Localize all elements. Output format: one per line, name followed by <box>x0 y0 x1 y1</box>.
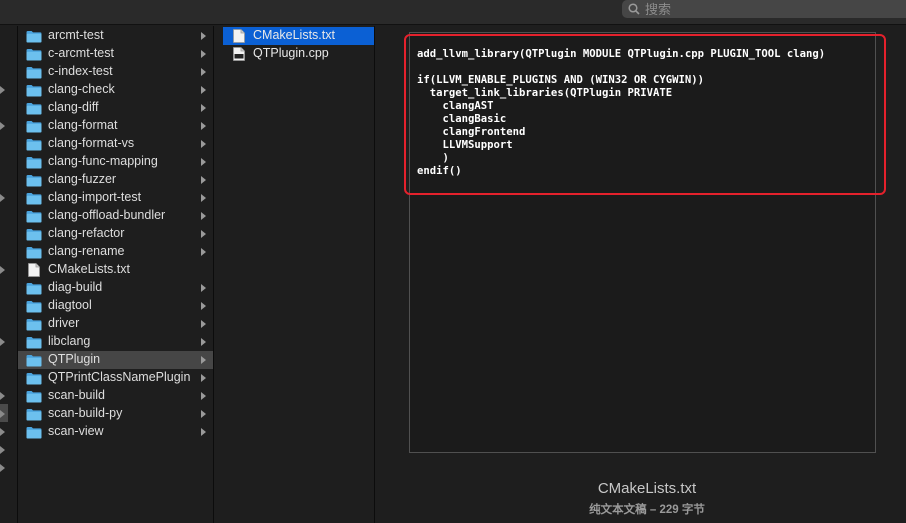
item-label: QTPlugin.cpp <box>253 46 329 60</box>
item-label: QTPrintClassNamePlugin <box>48 370 191 384</box>
folder-item[interactable]: arcmt-test <box>18 27 213 45</box>
chevron-right-icon <box>201 68 206 76</box>
folder-item[interactable]: clang-offload-bundler <box>18 207 213 225</box>
chevron-right-icon <box>201 248 206 256</box>
folder-item[interactable]: QTPrintClassNamePlugin <box>18 369 213 387</box>
item-label: c-index-test <box>48 64 113 78</box>
search-icon <box>628 3 640 15</box>
item-label: CMakeLists.txt <box>253 28 335 42</box>
folder-item[interactable]: clang-rename <box>18 243 213 261</box>
folder-item[interactable]: clang-import-test <box>18 189 213 207</box>
chevron-right-icon <box>0 338 5 346</box>
folder-item[interactable]: c-index-test <box>18 63 213 81</box>
item-label: scan-build-py <box>48 406 123 420</box>
chevron-right-icon <box>201 410 206 418</box>
chevron-right-icon <box>201 50 206 58</box>
item-label: clang-rename <box>48 244 125 258</box>
toolbar <box>0 0 906 25</box>
highlight-box <box>404 34 886 195</box>
chevron-right-icon <box>201 176 206 184</box>
item-label: diagtool <box>48 298 92 312</box>
folder-item[interactable]: clang-check <box>18 81 213 99</box>
item-label: clang-diff <box>48 100 99 114</box>
chevron-right-icon <box>0 428 5 436</box>
chevron-right-icon <box>0 266 5 274</box>
file-item[interactable]: QTPlugin.cpp <box>223 45 374 63</box>
chevron-right-icon <box>201 104 206 112</box>
preview-pane: add_llvm_library(QTPlugin MODULE QTPlugi… <box>388 26 906 523</box>
item-label: CMakeLists.txt <box>48 262 130 276</box>
chevron-right-icon <box>201 284 206 292</box>
item-label: clang-import-test <box>48 190 142 204</box>
chevron-right-icon <box>201 32 206 40</box>
preview-file-info: 纯文本文稿 – 229 字节 <box>589 504 705 516</box>
file-item[interactable]: CMakeLists.txt <box>18 261 213 279</box>
folder-item[interactable]: diagtool <box>18 297 213 315</box>
item-label: arcmt-test <box>48 28 104 42</box>
item-label: scan-view <box>48 424 104 438</box>
chevron-right-icon <box>201 158 206 166</box>
chevron-right-icon <box>201 86 206 94</box>
chevron-right-icon <box>0 446 5 454</box>
item-label: QTPlugin <box>48 352 101 366</box>
chevron-right-icon <box>0 86 5 94</box>
chevron-right-icon <box>201 212 206 220</box>
item-label: scan-build <box>48 388 105 402</box>
chevron-right-icon <box>201 320 206 328</box>
folder-icon <box>26 426 42 444</box>
folder-item[interactable]: driver <box>18 315 213 333</box>
item-label: clang-format <box>48 118 118 132</box>
folder-item[interactable]: c-arcmt-test <box>18 45 213 63</box>
chevron-right-icon <box>0 464 5 472</box>
item-label: libclang <box>48 334 91 348</box>
chevron-right-icon <box>201 392 206 400</box>
folder-column[interactable]: arcmt-test c-arcmt-test c-index-test clang-… <box>18 26 214 523</box>
folder-item[interactable]: libclang <box>18 333 213 351</box>
folder-item[interactable]: QTPlugin <box>18 351 213 369</box>
chevron-right-icon <box>201 356 206 364</box>
item-label: clang-refactor <box>48 226 125 240</box>
folder-item[interactable]: clang-format-vs <box>18 135 213 153</box>
chevron-right-icon <box>201 428 206 436</box>
folder-item[interactable]: scan-view <box>18 423 213 441</box>
folder-item[interactable]: diag-build <box>18 279 213 297</box>
chevron-right-icon <box>201 230 206 238</box>
chevron-right-icon <box>201 122 206 130</box>
item-label: diag-build <box>48 280 103 294</box>
chevron-right-icon <box>0 194 5 202</box>
chevron-right-icon <box>0 122 5 130</box>
item-label: clang-func-mapping <box>48 154 158 168</box>
folder-item[interactable]: scan-build-py <box>18 405 213 423</box>
chevron-right-icon <box>201 374 206 382</box>
chevron-right-icon <box>201 194 206 202</box>
search-field[interactable] <box>622 0 906 18</box>
folder-item[interactable]: clang-diff <box>18 99 213 117</box>
item-label: clang-offload-bundler <box>48 208 166 222</box>
chevron-right-icon <box>201 338 206 346</box>
folder-item[interactable]: clang-format <box>18 117 213 135</box>
folder-item[interactable]: clang-refactor <box>18 225 213 243</box>
folder-item[interactable]: scan-build <box>18 387 213 405</box>
preview-file-name: CMakeLists.txt <box>597 480 697 497</box>
file-column[interactable]: CMakeLists.txt QTPlugin.cpp <box>223 26 375 523</box>
item-label: clang-fuzzer <box>48 172 117 186</box>
cpp-file-icon <box>233 47 245 66</box>
parent-column[interactable] <box>0 26 18 523</box>
item-label: driver <box>48 316 80 330</box>
chevron-right-icon <box>201 140 206 148</box>
chevron-right-icon <box>201 302 206 310</box>
folder-item[interactable]: clang-fuzzer <box>18 171 213 189</box>
item-label: clang-check <box>48 82 115 96</box>
chevron-right-icon <box>0 410 5 418</box>
folder-item[interactable]: clang-func-mapping <box>18 153 213 171</box>
file-item[interactable]: CMakeLists.txt <box>223 27 374 45</box>
search-input[interactable] <box>645 1 885 17</box>
item-label: clang-format-vs <box>48 136 135 150</box>
item-label: c-arcmt-test <box>48 46 114 60</box>
chevron-right-icon <box>0 392 5 400</box>
